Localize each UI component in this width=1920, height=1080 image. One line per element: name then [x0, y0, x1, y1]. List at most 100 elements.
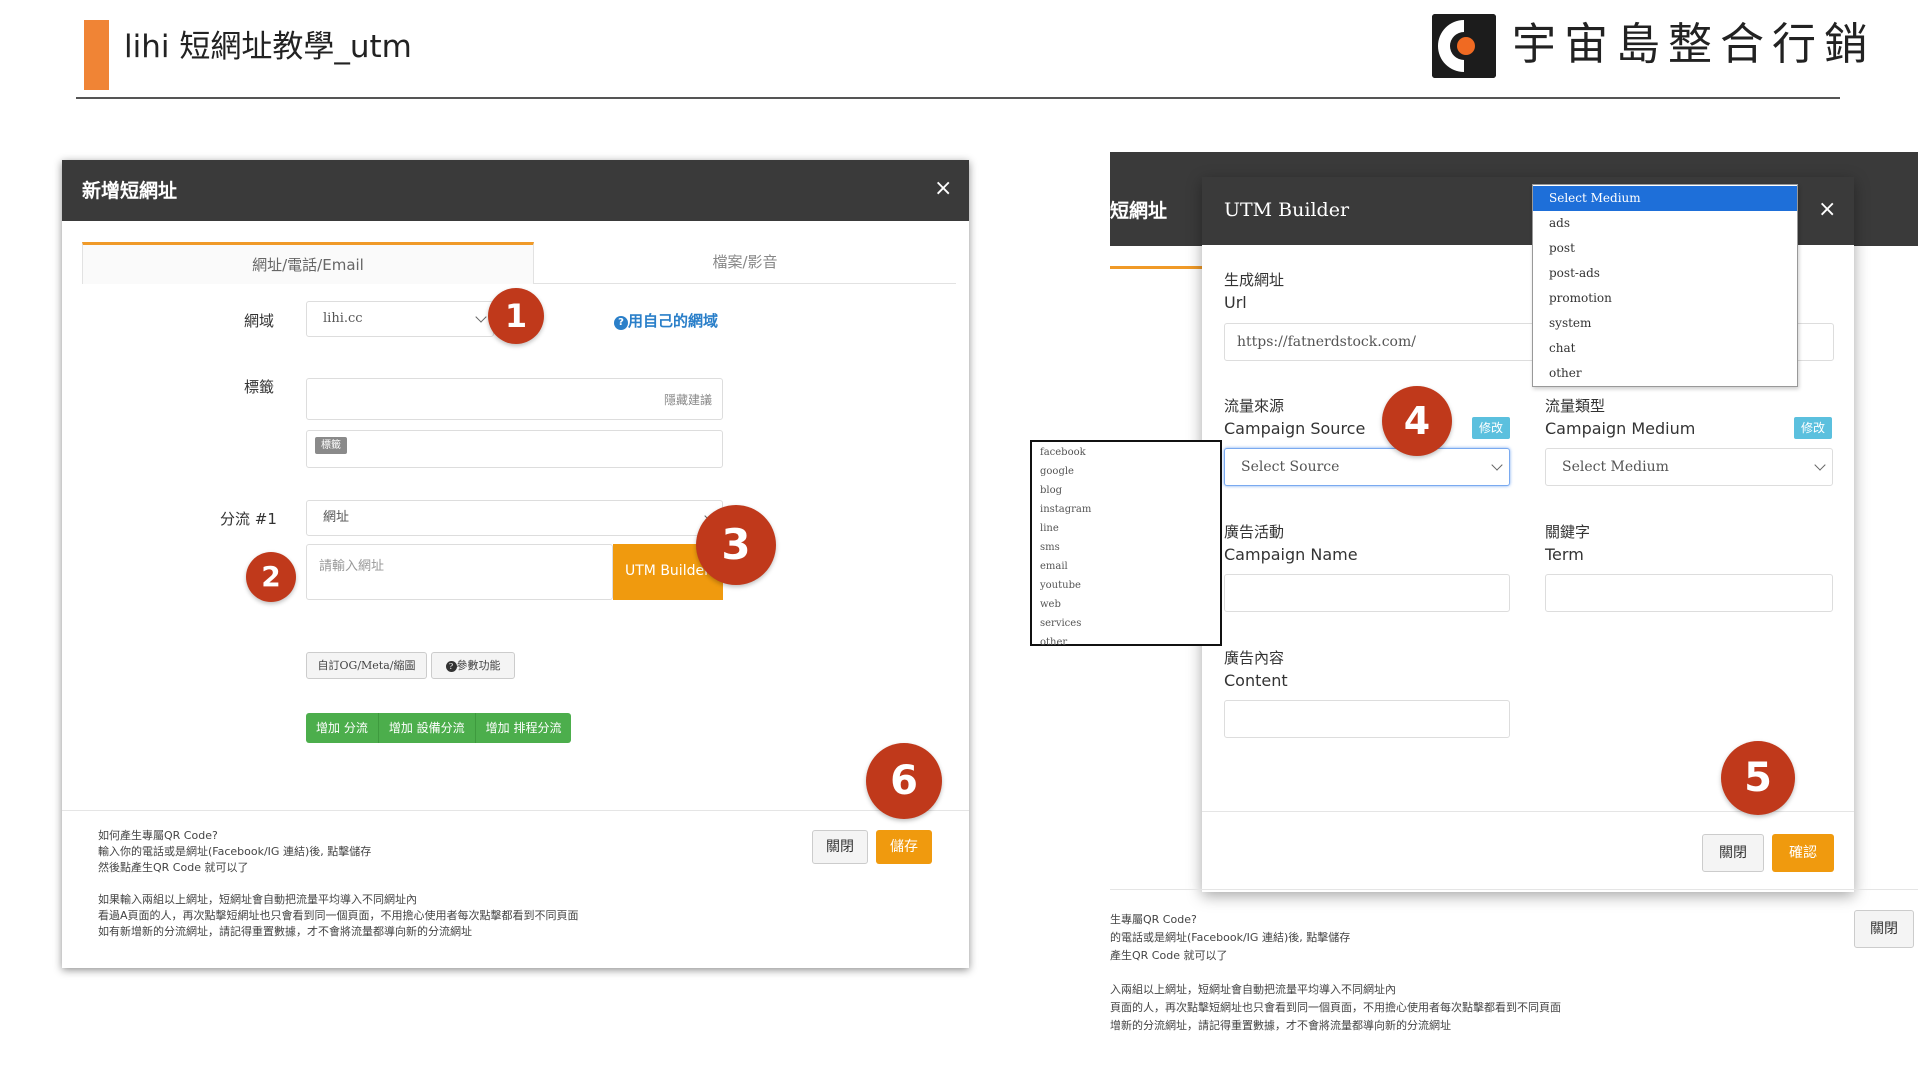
source-label-cn: 流量來源	[1224, 397, 1285, 415]
note-line: 產生QR Code 就可以了	[1110, 949, 1228, 962]
step-badge-4: 4	[1382, 386, 1452, 456]
source-options-list[interactable]: facebook google blog instagram line sms …	[1030, 440, 1222, 648]
split-type-value: 網址	[323, 510, 350, 525]
note-line: 如果輸入兩組以上網址，短網址會自動把流量平均導入不同網址內	[98, 893, 417, 906]
source-select-value: Select Source	[1241, 459, 1340, 475]
source-label-en: Campaign Source	[1224, 419, 1366, 438]
split-label: 分流 #1	[220, 510, 277, 528]
url-label-cn: 生成網址	[1224, 271, 1285, 289]
note-line: 如何產生專屬QR Code?	[98, 829, 218, 842]
note-line: 頁面的人，再次點擊短網址也只會看到同一個頁面，不用擔心使用者每次點擊都看到不同頁…	[1110, 1001, 1561, 1014]
source-option[interactable]: services	[1032, 614, 1220, 633]
modal-footer-divider	[62, 810, 969, 811]
medium-option[interactable]: system	[1533, 311, 1797, 336]
add-schedule-split-button[interactable]: 增加 排程分流	[475, 713, 572, 743]
source-option[interactable]: blog	[1032, 481, 1220, 500]
campaign-name-label-cn: 廣告活動	[1224, 523, 1285, 541]
background-close-button[interactable]: 關閉	[1854, 910, 1914, 948]
medium-edit-button[interactable]: 修改	[1794, 417, 1832, 439]
note-line: 增新的分流網址，請記得重置數據，才不會將流量都導向新的分流網址	[1110, 1019, 1451, 1032]
step-badge-5: 5	[1721, 741, 1795, 815]
custom-og-meta-button[interactable]: 自訂OG/Meta/縮圖	[306, 652, 427, 679]
source-edit-button[interactable]: 修改	[1472, 417, 1510, 439]
medium-label-en: Campaign Medium	[1545, 419, 1696, 438]
url-label-en: Url	[1224, 293, 1247, 312]
add-split-button-group: 增加 分流 增加 設備分流 增加 排程分流	[306, 713, 572, 743]
note-line: 然後點產生QR Code 就可以了	[98, 861, 249, 874]
company-logo-text: 宇宙島整合行銷	[1512, 19, 1876, 70]
own-domain-link[interactable]: ? 用自己的網域	[614, 310, 718, 331]
tab-file-media[interactable]: 檔案/影音	[534, 242, 956, 284]
content-input[interactable]	[1224, 700, 1510, 738]
source-option[interactable]: email	[1032, 557, 1220, 576]
utm-confirm-button[interactable]: 確認	[1772, 834, 1834, 872]
campaign-source-select[interactable]: Select Source	[1224, 448, 1510, 486]
term-label-cn: 關鍵字	[1545, 523, 1591, 541]
chevron-down-icon	[1814, 459, 1826, 471]
close-icon[interactable]: ×	[1818, 199, 1836, 221]
slide-title: lihi 短網址教學_utm	[124, 29, 412, 65]
source-option[interactable]: facebook	[1032, 443, 1220, 462]
tag-chip[interactable]: 標籤	[315, 437, 347, 454]
split-type-select[interactable]: 網址	[306, 500, 723, 536]
tag-input[interactable]: 隱藏建議	[306, 378, 723, 420]
chevron-down-icon	[475, 311, 487, 323]
source-option[interactable]: sms	[1032, 538, 1220, 557]
modal-header: 新增短網址 ×	[62, 160, 969, 221]
tag-list-box[interactable]: 標籤	[306, 430, 723, 468]
add-split-button[interactable]: 增加 分流	[306, 713, 379, 743]
save-button[interactable]: 儲存	[876, 830, 932, 864]
source-option[interactable]: instagram	[1032, 500, 1220, 519]
domain-select-value: lihi.cc	[323, 311, 363, 326]
modal-title: 新增短網址	[82, 180, 178, 202]
note-line: 看過A頁面的人，再次點擊短網址也只會看到同一個頁面，不用擔心使用者每次點擊都看到…	[98, 909, 579, 922]
background-modal-title: 短網址	[1110, 200, 1168, 222]
url-placeholder: 請輸入網址	[319, 559, 385, 574]
tag-label: 標籤	[244, 378, 275, 396]
domain-label: 網域	[244, 312, 275, 330]
medium-option[interactable]: ads	[1533, 211, 1797, 236]
medium-option[interactable]: post-ads	[1533, 261, 1797, 286]
step-badge-6: 6	[866, 743, 942, 819]
medium-option[interactable]: other	[1533, 361, 1797, 386]
medium-select-value: Select Medium	[1562, 459, 1669, 475]
medium-label-cn: 流量類型	[1545, 397, 1606, 415]
content-label-en: Content	[1224, 671, 1288, 690]
destination-url-input[interactable]: 請輸入網址	[306, 544, 613, 600]
source-option[interactable]: web	[1032, 595, 1220, 614]
medium-option[interactable]: post	[1533, 236, 1797, 261]
note-line: 輸入你的電話或是網址(Facebook/IG 連結)後, 點擊儲存	[98, 845, 372, 858]
close-button[interactable]: 關閉	[812, 830, 868, 864]
utm-close-button[interactable]: 關閉	[1702, 834, 1764, 872]
domain-select[interactable]: lihi.cc	[306, 301, 494, 337]
term-input[interactable]	[1545, 574, 1833, 612]
campaign-name-input[interactable]	[1224, 574, 1510, 612]
help-icon: ?	[614, 316, 628, 330]
step-badge-2: 2	[246, 552, 296, 602]
medium-dropdown-list[interactable]: Select Medium ads post post-ads promotio…	[1532, 184, 1798, 387]
params-button[interactable]: ? 參數功能	[431, 652, 515, 679]
note-line: 入兩組以上網址，短網址會自動把流量平均導入不同網址內	[1110, 983, 1396, 996]
source-option[interactable]: line	[1032, 519, 1220, 538]
medium-option[interactable]: promotion	[1533, 286, 1797, 311]
close-icon[interactable]: ×	[934, 178, 952, 200]
background-tab-indicator	[1110, 266, 1202, 269]
tab-url-phone-email[interactable]: 網址/電話/Email	[82, 242, 534, 284]
medium-option[interactable]: chat	[1533, 336, 1797, 361]
source-option[interactable]: other	[1032, 633, 1220, 652]
add-device-split-button[interactable]: 增加 設備分流	[378, 713, 476, 743]
new-short-url-modal: 新增短網址 × 網址/電話/Email 檔案/影音 網域 lihi.cc ? 用自…	[62, 160, 969, 968]
background-footer-divider	[1110, 889, 1918, 890]
hide-suggestions-toggle[interactable]: 隱藏建議	[664, 391, 712, 408]
campaign-medium-select[interactable]: Select Medium	[1545, 448, 1833, 486]
source-option[interactable]: youtube	[1032, 576, 1220, 595]
campaign-name-label-en: Campaign Name	[1224, 545, 1358, 564]
note-line: 如有新增新的分流網址，請記得重置數據，才不會將流量都導向新的分流網址	[98, 925, 472, 938]
source-option[interactable]: google	[1032, 462, 1220, 481]
title-accent-bar	[84, 20, 109, 90]
step-badge-1: 1	[488, 288, 544, 344]
term-label-en: Term	[1545, 545, 1584, 564]
utm-modal-title: UTM Builder	[1224, 199, 1350, 221]
company-logo-icon	[1432, 14, 1496, 78]
medium-option[interactable]: Select Medium	[1533, 186, 1797, 211]
